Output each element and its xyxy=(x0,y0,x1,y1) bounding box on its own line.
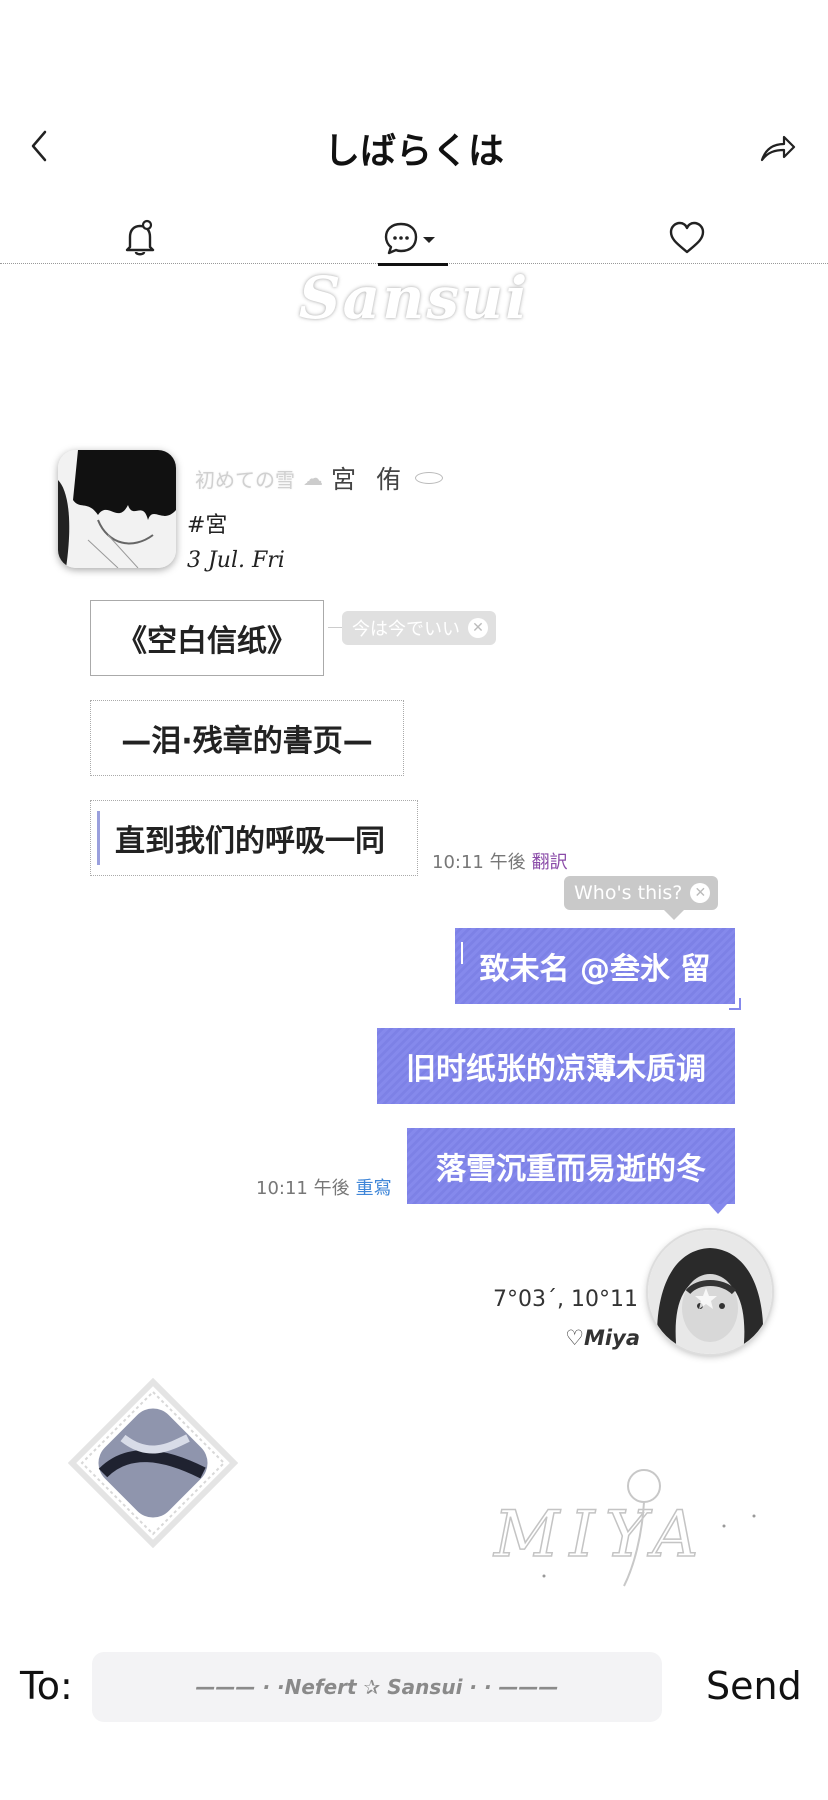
sender-avatar[interactable] xyxy=(58,450,176,568)
message-bubble-left[interactable]: 《空白信纸》 xyxy=(90,600,324,676)
message-meta-left: 10:11 午後 翻訳 xyxy=(432,848,568,874)
message-bubble-left[interactable]: —泪·残章的書页— xyxy=(90,700,404,776)
message-text: 旧时纸张的凉薄木质调 xyxy=(406,1052,706,1087)
message-meta-right: 10:11 午後 重寫 xyxy=(256,1174,392,1200)
heart-icon xyxy=(669,221,705,254)
message-bubble-right[interactable]: 旧时纸张的凉薄木质调 xyxy=(377,1028,735,1104)
sender-tag: #宮 xyxy=(187,513,228,538)
page-title: しばらくは xyxy=(323,131,504,172)
message-text: 落雪沉重而易逝的冬 xyxy=(436,1152,706,1187)
message-time: 10:11 午後 xyxy=(432,852,526,873)
avatar-image xyxy=(58,450,176,568)
sender-name: 宮 侑 xyxy=(331,465,407,494)
diamond-photo[interactable] xyxy=(67,1377,239,1549)
diamond-image xyxy=(67,1377,239,1549)
rose-logo-image: MIYA xyxy=(492,1469,756,1587)
to-label: To: xyxy=(20,1664,73,1708)
signature-text: ♡Miya xyxy=(565,1326,640,1350)
caret-down-icon xyxy=(423,237,435,243)
reaction-label: 今は今でいい xyxy=(352,619,460,640)
rewrite-link[interactable]: 重寫 xyxy=(356,1178,392,1199)
share-arrow-icon xyxy=(760,135,796,162)
message-bubble-right[interactable]: 致未名 @叁氷 留 xyxy=(455,928,741,1010)
coordinates-text: 7°03´, 10°11 xyxy=(493,1287,638,1312)
reaction-pill: 今は今でいい ✕ xyxy=(328,611,496,645)
bubble-accent-bar xyxy=(461,942,463,964)
close-icon[interactable]: ✕ xyxy=(468,618,488,638)
watermark-logo: Sansui xyxy=(298,264,530,332)
corner-decoration xyxy=(729,998,741,1010)
bubble-accent-bar xyxy=(97,811,100,865)
close-icon[interactable]: ✕ xyxy=(690,883,711,903)
logo-text: MIYA xyxy=(493,1498,708,1572)
recipient-avatar[interactable] xyxy=(648,1230,772,1354)
tab-chat[interactable] xyxy=(378,216,448,266)
sender-faint-label: 初めての雪 xyxy=(195,467,295,492)
message-text: 直到我们的呼吸一同 xyxy=(115,824,385,859)
tab-notifications[interactable] xyxy=(105,216,175,260)
message-time: 10:11 午後 xyxy=(256,1178,350,1199)
share-button[interactable] xyxy=(758,128,798,168)
send-button[interactable]: Send xyxy=(706,1664,802,1708)
avatar-image xyxy=(648,1230,772,1354)
cloud-icon: ☁ xyxy=(303,466,323,490)
message-input[interactable]: ——— · ·Nefert ✰ Sansui · · ——— xyxy=(92,1652,662,1722)
message-text: 致未名 @叁氷 留 xyxy=(479,952,711,987)
bell-icon xyxy=(125,219,155,256)
message-text: —泪·残章的書页— xyxy=(121,724,373,759)
message-text: 《空白信纸》 xyxy=(117,624,297,659)
chat-bubble-icon xyxy=(384,222,435,255)
miya-logo: MIYA xyxy=(484,1456,774,1596)
sender-line: 初めての雪 ☁ 宮 侑 xyxy=(195,460,443,496)
reaction-pill: Who's this? ✕ xyxy=(564,876,719,920)
tab-bar xyxy=(0,210,828,266)
reaction-label: Who's this? xyxy=(574,882,683,904)
message-bubble-right[interactable]: 落雪沉重而易逝的冬 xyxy=(407,1128,735,1214)
tab-favorites[interactable] xyxy=(652,216,722,260)
message-bubble-left[interactable]: 直到我们的呼吸一同 xyxy=(90,800,418,876)
translate-link[interactable]: 翻訳 xyxy=(532,852,568,873)
sender-date: 3 Jul. Fri xyxy=(187,548,285,573)
composer-text: ——— · ·Nefert ✰ Sansui · · ——— xyxy=(195,1675,559,1699)
oval-decoration xyxy=(414,472,443,484)
